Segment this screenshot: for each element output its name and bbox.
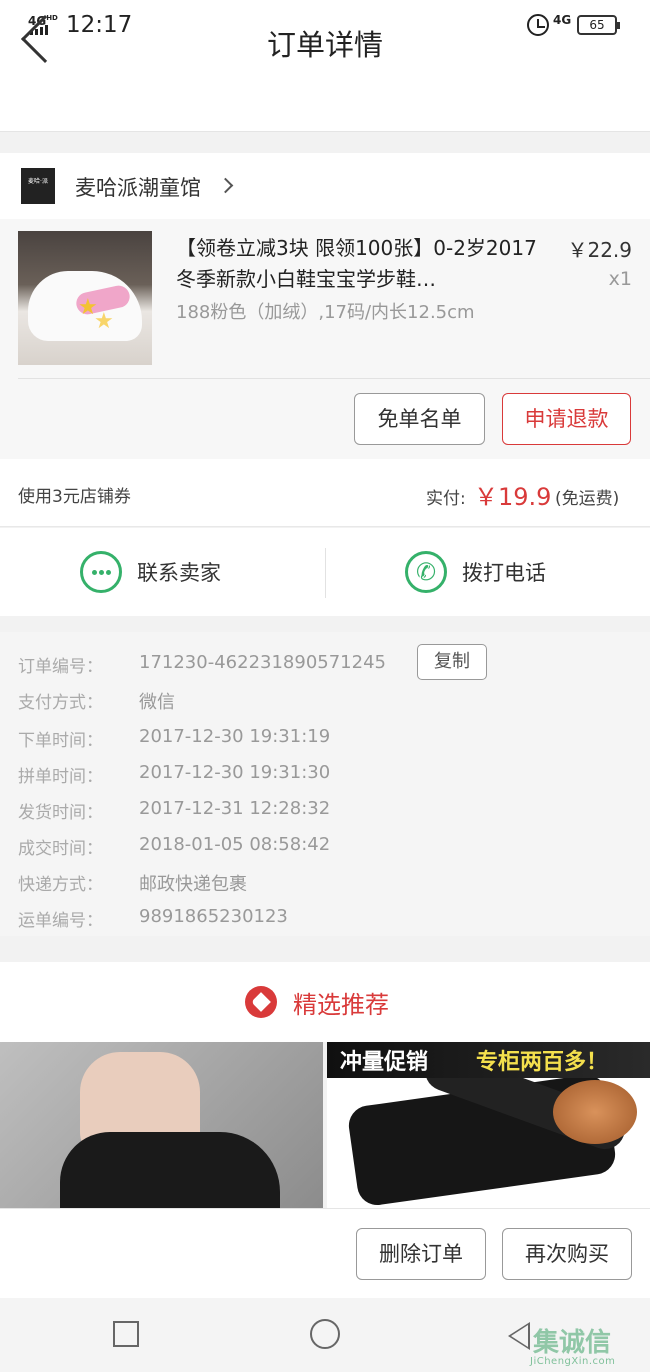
shirt-shape (60, 1132, 280, 1208)
ship-time: 2017-12-31 12:28:32 (139, 798, 331, 819)
shipping-note: (免运费) (555, 489, 620, 509)
triangle-back-icon[interactable] (508, 1322, 530, 1350)
chat-icon[interactable] (80, 551, 122, 593)
nav-bar (0, 52, 650, 132)
delete-order-button[interactable]: 删除订单 (356, 1228, 486, 1280)
call-phone-button[interactable]: 拨打电话 (462, 557, 546, 587)
order-number: 171230-462231890571245 (139, 652, 386, 673)
refund-button[interactable]: 申请退款 (502, 393, 631, 445)
shop-logo: 麦哈·派 (21, 168, 55, 204)
circle-icon[interactable] (310, 1319, 340, 1349)
star-decoration: ★ (94, 309, 114, 334)
promo-text: 冲量促销 (340, 1050, 429, 1075)
deal-time: 2018-01-05 08:58:42 (139, 834, 331, 855)
product-title[interactable]: 【领卷立减3块 限领100张】0-2岁2017冬季新款小白鞋宝宝学步鞋… (176, 233, 546, 295)
square-icon[interactable] (113, 1321, 139, 1347)
divider (18, 378, 650, 379)
product-price: ￥22.9 (567, 238, 632, 262)
fur-lining-shape (553, 1080, 637, 1144)
heart-icon (245, 986, 277, 1018)
info-key: 快递方式： (18, 875, 103, 895)
promo-text: 专柜两百多！ (476, 1050, 609, 1075)
page-title: 订单详情 (266, 28, 383, 62)
recommend-item-image[interactable] (0, 1042, 323, 1208)
paid-label: 实付: (426, 489, 466, 509)
phone-icon[interactable]: ✆ (405, 551, 447, 593)
tracking-number: 9891865230123 (139, 906, 288, 927)
watermark: 集诚信 (533, 1328, 612, 1358)
paid-amount: ￥19.9 (474, 483, 552, 511)
info-key: 运单编号： (18, 911, 103, 931)
shop-name[interactable]: 麦哈派潮童馆 (75, 172, 201, 202)
recommend-title: 精选推荐 (293, 991, 389, 1019)
delivery-method: 邮政快递包裹 (139, 874, 247, 895)
product-image[interactable]: ★ ★ (18, 231, 152, 365)
info-key: 支付方式： (18, 693, 103, 713)
watermark-url: JiChengXin.com (530, 1356, 616, 1367)
info-key: 发货时间： (18, 803, 103, 823)
copy-button[interactable]: 复制 (417, 644, 487, 680)
free-list-button[interactable]: 免单名单 (354, 393, 485, 445)
product-spec: 188粉色（加绒）,17码/内长12.5cm (176, 302, 475, 323)
contact-seller-button[interactable]: 联系卖家 (137, 557, 221, 587)
divider (325, 548, 326, 598)
product-quantity: x1 (608, 268, 632, 290)
buy-again-button[interactable]: 再次购买 (502, 1228, 632, 1280)
info-key: 订单编号： (18, 657, 103, 677)
group-time: 2017-12-30 19:31:30 (139, 762, 331, 783)
order-time: 2017-12-30 19:31:19 (139, 726, 331, 747)
info-key: 成交时间： (18, 839, 103, 859)
payment-method: 微信 (139, 692, 175, 713)
coupon-text: 使用3元店铺券 (18, 487, 131, 507)
info-key: 下单时间： (18, 731, 103, 751)
info-key: 拼单时间： (18, 767, 103, 787)
